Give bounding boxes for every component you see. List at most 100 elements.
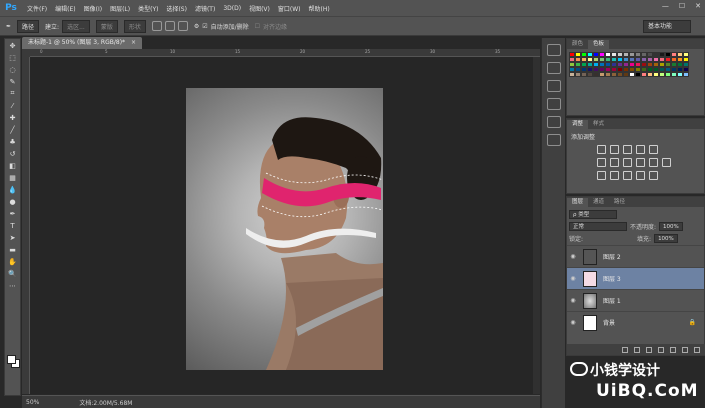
shape-button[interactable]: 形状 — [123, 19, 146, 33]
more-tools-icon[interactable]: ⋯ — [5, 280, 20, 291]
layer-row[interactable]: ◉ 背景 🔒 — [567, 311, 704, 333]
selective-color-icon[interactable] — [649, 171, 658, 180]
menu-help[interactable]: 帮助(H) — [309, 4, 330, 13]
minimize-button[interactable]: — — [662, 2, 669, 10]
close-button[interactable]: ✕ — [695, 2, 701, 10]
new-adjustment-icon[interactable] — [658, 346, 664, 353]
hand-tool-icon[interactable]: ✋ — [5, 256, 20, 267]
canvas-image[interactable] — [186, 88, 383, 370]
history-brush-icon[interactable]: ↺ — [5, 148, 20, 159]
shape-tool-icon[interactable]: ▬ — [5, 244, 20, 255]
brush-panel-icon[interactable] — [546, 98, 561, 110]
healing-tool-icon[interactable]: ✚ — [5, 112, 20, 123]
color-balance-icon[interactable] — [610, 158, 619, 167]
quick-select-tool-icon[interactable]: ✎ — [5, 76, 20, 87]
tab-adjustments[interactable]: 调整 — [567, 120, 589, 129]
menu-layer[interactable]: 图层(L) — [110, 4, 130, 13]
crop-tool-icon[interactable]: ⌗ — [5, 88, 20, 99]
color-swatch[interactable] — [683, 72, 689, 77]
maximize-button[interactable]: ☐ — [679, 2, 685, 10]
gradient-tool-icon[interactable]: ▦ — [5, 172, 20, 183]
menu-view[interactable]: 视图(V) — [249, 4, 270, 13]
tab-paths[interactable]: 路径 — [609, 198, 630, 207]
vibrance-icon[interactable] — [649, 145, 658, 154]
path-alignment-icon[interactable] — [164, 21, 175, 31]
path-arrangement-icon[interactable] — [177, 21, 188, 31]
vertical-scrollbar[interactable] — [533, 57, 540, 394]
menu-select[interactable]: 选择(S) — [166, 4, 187, 13]
mask-button[interactable]: 蒙版 — [95, 19, 118, 33]
tab-channels[interactable]: 通道 — [588, 198, 609, 207]
photo-filter-icon[interactable] — [636, 158, 645, 167]
visibility-eye-icon[interactable]: ◉ — [567, 319, 579, 326]
lasso-tool-icon[interactable]: ◌ — [5, 64, 20, 75]
eyedropper-tool-icon[interactable]: ⁄ — [5, 100, 20, 111]
character-panel-icon[interactable] — [546, 116, 561, 128]
layer-row[interactable]: ◉ 图层 2 — [567, 245, 704, 267]
eraser-tool-icon[interactable]: ◧ — [5, 160, 20, 171]
visibility-eye-icon[interactable]: ◉ — [567, 297, 579, 304]
layer-row[interactable]: ◉ 图层 3 — [567, 267, 704, 289]
new-group-icon[interactable] — [670, 346, 676, 353]
exposure-icon[interactable] — [636, 145, 645, 154]
delete-layer-icon[interactable] — [694, 346, 700, 353]
opacity-input[interactable]: 100% — [659, 221, 683, 231]
gradient-map-icon[interactable] — [636, 171, 645, 180]
blend-mode-select[interactable]: 正常 — [569, 221, 627, 231]
menu-image[interactable]: 图像(I) — [84, 4, 102, 13]
document-tab[interactable]: 未标题-1 @ 50% (图层 3, RGB/8)* × — [22, 37, 142, 49]
new-layer-icon[interactable] — [682, 346, 688, 353]
type-tool-icon[interactable]: T — [5, 220, 20, 231]
align-edges-checkbox[interactable]: ☐ — [255, 23, 260, 30]
hue-saturation-icon[interactable] — [597, 158, 606, 167]
channel-mixer-icon[interactable] — [649, 158, 658, 167]
menu-filter[interactable]: 滤镜(T) — [195, 4, 215, 13]
curves-icon[interactable] — [623, 145, 632, 154]
foreground-color-swatch[interactable] — [7, 355, 16, 364]
selection-button[interactable]: 选区... — [62, 19, 90, 33]
blur-tool-icon[interactable]: 💧 — [5, 184, 20, 195]
tab-swatches[interactable]: 色板 — [588, 40, 610, 49]
black-white-icon[interactable] — [623, 158, 632, 167]
tab-styles[interactable]: 样式 — [588, 120, 609, 129]
pen-tool-icon[interactable]: ✒ — [5, 208, 20, 219]
invert-icon[interactable] — [597, 171, 606, 180]
brush-tool-icon[interactable]: ╱ — [5, 124, 20, 135]
visibility-eye-icon[interactable]: ◉ — [567, 275, 579, 282]
paragraph-panel-icon[interactable] — [546, 134, 561, 146]
properties-panel-icon[interactable] — [546, 62, 561, 74]
path-operations-icon[interactable] — [151, 21, 162, 31]
zoom-level[interactable]: 50% — [26, 399, 39, 406]
menu-type[interactable]: 类型(Y) — [138, 4, 158, 13]
zoom-tool-icon[interactable]: 🔍 — [5, 268, 20, 279]
menu-window[interactable]: 窗口(W) — [278, 4, 301, 13]
info-panel-icon[interactable] — [546, 80, 561, 92]
history-panel-icon[interactable] — [546, 44, 561, 56]
gear-icon[interactable]: ⚙ — [194, 23, 199, 30]
color-lookup-icon[interactable] — [662, 158, 671, 167]
posterize-icon[interactable] — [610, 171, 619, 180]
pen-tool-icon[interactable]: ✒ — [6, 23, 11, 30]
levels-icon[interactable] — [610, 145, 619, 154]
close-document-icon[interactable]: × — [131, 39, 136, 46]
marquee-tool-icon[interactable]: ⬚ — [5, 52, 20, 63]
auto-add-checkbox[interactable]: ☑ — [202, 23, 207, 30]
tab-color[interactable]: 颜色 — [567, 40, 588, 49]
tab-layers[interactable]: 图层 — [567, 198, 589, 207]
stamp-tool-icon[interactable]: ♣ — [5, 136, 20, 147]
layer-style-icon[interactable] — [634, 346, 640, 353]
doc-size[interactable]: 文档:2.00M/5.68M — [79, 398, 132, 407]
workspace-select[interactable]: 基本功能 — [643, 20, 691, 33]
threshold-icon[interactable] — [623, 171, 632, 180]
path-select-tool-icon[interactable]: ➤ — [5, 232, 20, 243]
menu-3d[interactable]: 3D(D) — [223, 5, 241, 12]
add-mask-icon[interactable] — [646, 346, 652, 353]
link-layers-icon[interactable] — [622, 346, 628, 353]
visibility-eye-icon[interactable]: ◉ — [567, 253, 579, 260]
mode-select[interactable]: 路径 — [17, 19, 40, 33]
layer-row[interactable]: ◉ 图层 1 — [567, 289, 704, 311]
brightness-icon[interactable] — [597, 145, 606, 154]
move-tool-icon[interactable]: ✥ — [5, 40, 20, 51]
layer-filter-select[interactable]: ρ 类型 — [569, 209, 617, 219]
dodge-tool-icon[interactable]: ● — [5, 196, 20, 207]
